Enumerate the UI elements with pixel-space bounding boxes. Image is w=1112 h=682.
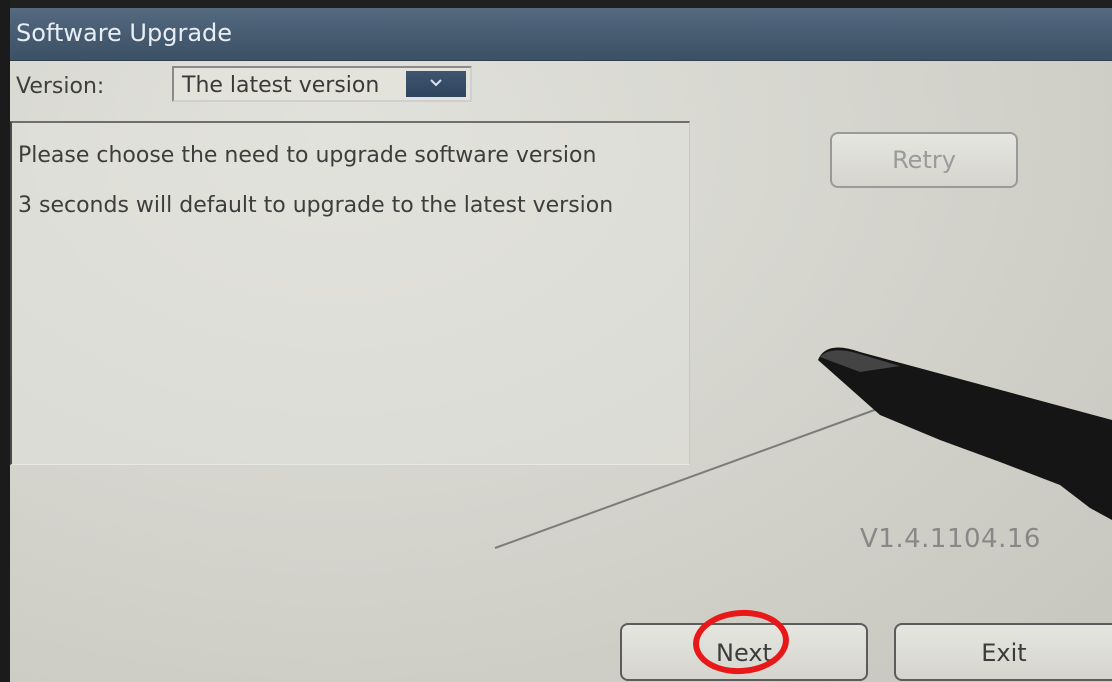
chevron-down-icon <box>430 79 442 87</box>
message-line: Please choose the need to upgrade softwa… <box>18 143 597 168</box>
dropdown-button[interactable] <box>406 71 466 97</box>
version-select[interactable]: The latest version <box>172 66 472 102</box>
version-selected-value: The latest version <box>182 73 380 98</box>
screen-bezel-left <box>0 0 10 682</box>
version-label: Version: <box>16 74 105 99</box>
exit-button[interactable]: Exit <box>894 623 1112 681</box>
retry-button[interactable]: Retry <box>830 132 1018 188</box>
firmware-version: V1.4.1104.16 <box>860 524 1041 554</box>
screen-bezel-top <box>0 0 1112 8</box>
window-title: Software Upgrade <box>16 19 233 47</box>
message-box: Please choose the need to upgrade softwa… <box>10 121 690 465</box>
title-bar: Software Upgrade <box>10 8 1112 61</box>
message-line: 3 seconds will default to upgrade to the… <box>18 193 614 218</box>
